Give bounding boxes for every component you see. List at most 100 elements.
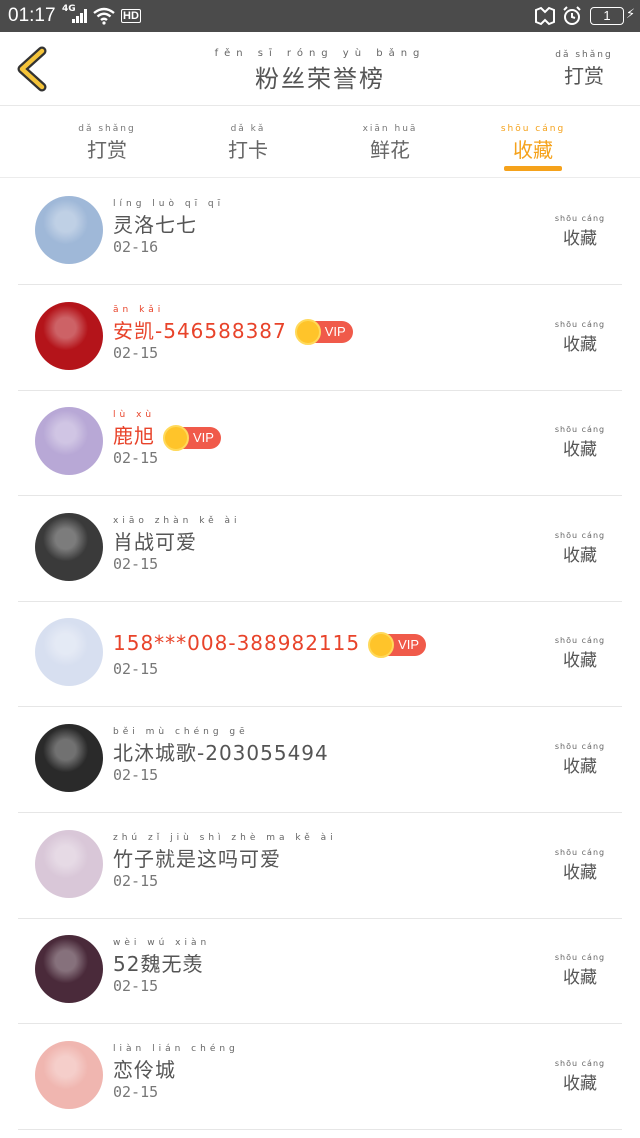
user-name-text: 安凯-546588387 bbox=[113, 318, 287, 343]
action-type-text: 收藏 bbox=[563, 862, 597, 883]
action-type-label: shōu cáng 收藏 bbox=[552, 742, 608, 777]
favorite-date: 02-16 bbox=[113, 238, 159, 256]
alarm-icon bbox=[563, 6, 581, 25]
list-item[interactable]: ān kǎi 安凯-546588387 VIP 02-15 shōu cáng 收藏 bbox=[0, 286, 640, 391]
user-name: xiāo zhàn kě ài 肖战可爱 bbox=[113, 516, 241, 555]
list-item[interactable]: liàn lián chéng 恋伶城 02-15 shōu cáng 收藏 bbox=[0, 1025, 640, 1130]
action-type-text: 收藏 bbox=[563, 757, 597, 777]
user-name-pinyin: líng luò qī qī bbox=[113, 199, 225, 209]
vip-badge: VIP bbox=[294, 319, 353, 346]
favorite-date: 02-15 bbox=[113, 977, 159, 996]
crown-icon bbox=[294, 319, 321, 346]
action-type-text: 收藏 bbox=[563, 651, 597, 672]
user-name-text: 恋伶城 bbox=[113, 1057, 176, 1082]
reward-button[interactable]: dǎ shǎng 打赏 bbox=[552, 50, 616, 89]
crown-icon bbox=[163, 424, 189, 451]
signal-icon bbox=[72, 9, 87, 23]
tab-flowers-label: 鲜花 bbox=[370, 138, 410, 162]
list-item[interactable]: wèi wú xiàn 52魏无羡 02-15 shōu cáng 收藏 bbox=[0, 919, 640, 1025]
action-type-label: shōu cáng 收藏 bbox=[552, 636, 608, 671]
list-item[interactable]: běi mù chéng gē 北沐城歌-203055494 02-15 shōu c… bbox=[0, 708, 640, 813]
user-name: liàn lián chéng 恋伶城 bbox=[113, 1044, 239, 1083]
tab-checkin[interactable]: dǎ kǎ 打卡 bbox=[203, 124, 293, 163]
user-name-pinyin: liàn lián chéng bbox=[113, 1043, 239, 1054]
user-name-pinyin: běi mù chéng gē bbox=[113, 727, 249, 737]
vip-badge: VIP bbox=[163, 424, 221, 451]
favorite-date: 02-15 bbox=[113, 766, 159, 784]
user-name: 158***008-388982115 VIP bbox=[113, 621, 427, 658]
avatar[interactable] bbox=[35, 1040, 103, 1109]
avatar[interactable] bbox=[35, 618, 103, 687]
action-type-pinyin: shōu cáng bbox=[554, 530, 606, 540]
action-type-text: 收藏 bbox=[563, 229, 597, 249]
action-type-text: 收藏 bbox=[563, 1073, 597, 1094]
avatar[interactable] bbox=[35, 829, 103, 898]
avatar[interactable] bbox=[35, 935, 103, 1004]
favorite-date: 02-15 bbox=[113, 660, 159, 679]
battery-indicator: 1 bbox=[590, 7, 624, 25]
app-notification-icon bbox=[535, 6, 555, 26]
status-bar: 01:17 4G HD 1 ⚡ bbox=[0, 0, 640, 32]
tab-checkin-label: 打卡 bbox=[228, 138, 268, 162]
avatar[interactable] bbox=[35, 724, 103, 792]
list-item[interactable]: lù xù 鹿旭 VIP 02-15 shōu cáng 收藏 bbox=[0, 391, 640, 497]
active-tab-indicator bbox=[504, 166, 562, 171]
user-name-text: 52魏无羡 bbox=[113, 952, 204, 977]
wifi-icon bbox=[93, 7, 115, 25]
user-name-pinyin: lù xù bbox=[113, 410, 156, 421]
chevron-left-icon bbox=[17, 46, 47, 92]
action-type-text: 收藏 bbox=[563, 545, 597, 566]
user-name-pinyin: wèi wú xiàn bbox=[113, 938, 211, 949]
action-type-pinyin: shōu cáng bbox=[554, 847, 606, 857]
back-button[interactable] bbox=[14, 46, 54, 92]
action-type-pinyin: shōu cáng bbox=[554, 319, 606, 329]
tab-reward-label: 打赏 bbox=[87, 138, 127, 162]
favorite-date: 02-15 bbox=[113, 449, 159, 468]
action-type-pinyin: shōu cáng bbox=[554, 214, 606, 223]
list-item[interactable]: 158***008-388982115 VIP 02-15 shōu cáng 收藏 bbox=[0, 602, 640, 708]
user-name-pinyin: ān kǎi bbox=[113, 304, 165, 315]
user-name-text: 鹿旭 bbox=[113, 424, 155, 449]
vip-badge: VIP bbox=[368, 631, 427, 658]
page-title-text: 粉丝荣誉榜 bbox=[255, 65, 385, 93]
tab-favorites-pinyin: shōu cáng bbox=[500, 124, 566, 134]
user-name-pinyin: xiāo zhàn kě ài bbox=[113, 515, 241, 526]
avatar[interactable] bbox=[35, 196, 103, 264]
user-name: zhú zǐ jiù shì zhè ma kě ài 竹子就是这吗可爱 bbox=[113, 833, 337, 872]
action-type-text: 收藏 bbox=[563, 968, 597, 989]
vip-label: VIP bbox=[193, 429, 214, 445]
list-item[interactable]: xiāo zhàn kě ài 肖战可爱 02-15 shōu cáng 收藏 bbox=[0, 497, 640, 602]
tab-reward[interactable]: dǎ shǎng 打赏 bbox=[62, 124, 152, 163]
tab-favorites[interactable]: shōu cáng 收藏 bbox=[488, 124, 578, 163]
avatar[interactable] bbox=[35, 512, 103, 581]
action-type-label: shōu cáng 收藏 bbox=[552, 320, 608, 355]
action-type-pinyin: shōu cáng bbox=[554, 1058, 606, 1068]
user-name-text: 158***008-388982115 bbox=[113, 631, 361, 656]
vip-label: VIP bbox=[324, 324, 346, 340]
list-item[interactable]: zhú zǐ jiù shì zhè ma kě ài 竹子就是这吗可爱 02-15… bbox=[0, 814, 640, 919]
action-type-label: shōu cáng 收藏 bbox=[552, 531, 608, 566]
favorite-date: 02-15 bbox=[113, 343, 159, 362]
page-title-pinyin: fěn sī róng yù bǎng bbox=[214, 48, 426, 59]
action-type-pinyin: shōu cáng bbox=[554, 636, 606, 646]
action-type-label: shōu cáng 收藏 bbox=[552, 214, 608, 249]
action-type-text: 收藏 bbox=[563, 334, 597, 355]
user-name: lù xù 鹿旭 VIP bbox=[113, 410, 221, 451]
user-name-pinyin: zhú zǐ jiù shì zhè ma kě ài bbox=[113, 832, 337, 843]
action-type-label: shōu cáng 收藏 bbox=[552, 1059, 608, 1094]
favorite-date: 02-15 bbox=[113, 871, 159, 890]
tab-favorites-label: 收藏 bbox=[513, 138, 553, 162]
user-name: ān kǎi 安凯-546588387 VIP bbox=[113, 304, 353, 346]
user-name-text: 灵洛七七 bbox=[113, 213, 197, 237]
action-type-label: shōu cáng 收藏 bbox=[552, 848, 608, 883]
action-type-label: shōu cáng 收藏 bbox=[552, 953, 608, 988]
avatar[interactable] bbox=[35, 301, 103, 370]
tab-flowers-pinyin: xiān huā bbox=[362, 124, 418, 134]
action-type-label: shōu cáng 收藏 bbox=[552, 425, 608, 460]
vip-label: VIP bbox=[398, 636, 420, 652]
tab-reward-pinyin: dǎ shǎng bbox=[78, 124, 136, 134]
tab-flowers[interactable]: xiān huā 鲜花 bbox=[345, 124, 435, 163]
list-item[interactable]: líng luò qī qī 灵洛七七 02-16 shōu cáng 收藏 bbox=[0, 180, 640, 285]
action-type-text: 收藏 bbox=[563, 440, 597, 461]
avatar[interactable] bbox=[35, 407, 103, 476]
